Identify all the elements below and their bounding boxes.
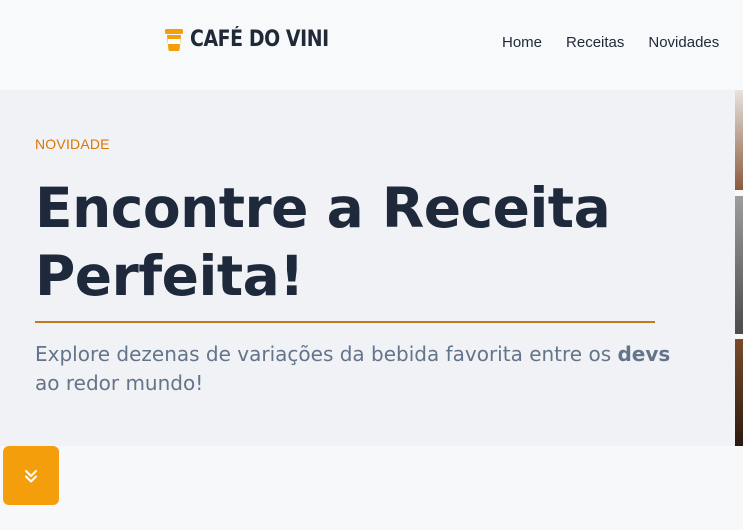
hero-desc-bold: devs [617, 342, 671, 366]
hero-desc-text-2: ao redor mundo! [35, 371, 204, 395]
hero-image-strip [735, 90, 743, 446]
nav-novidades[interactable]: Novidades [648, 34, 719, 51]
nav-home[interactable]: Home [502, 34, 542, 51]
hero-title-line1: Encontre a Receita [35, 176, 611, 240]
hero-divider [35, 321, 655, 323]
hero-section: NOVIDADE Encontre a Receita Perfeita! Ex… [0, 90, 735, 446]
main-nav: Home Receitas Novidades [502, 34, 743, 51]
coffee-cup-icon [165, 28, 183, 51]
logo-text: CAFÉ DO VINI [190, 27, 329, 52]
hero-desc-text-1: Explore dezenas de variações da bebida f… [35, 342, 618, 366]
logo[interactable]: CAFÉ DO VINI [164, 27, 351, 52]
hero-eyebrow: NOVIDADE [35, 136, 110, 152]
coffee-image-1 [735, 90, 743, 190]
hero-title: Encontre a Receita Perfeita! [35, 174, 695, 310]
coffee-image-3 [735, 339, 743, 446]
hero-title-line2: Perfeita! [35, 244, 304, 308]
coffee-image-2 [735, 196, 743, 334]
site-header: CAFÉ DO VINI Home Receitas Novidades [0, 0, 743, 90]
nav-receitas[interactable]: Receitas [566, 34, 624, 51]
scroll-down-button[interactable] [3, 446, 59, 505]
hero-description: Explore dezenas de variações da bebida f… [35, 340, 675, 398]
double-chevron-down-icon [25, 469, 37, 482]
